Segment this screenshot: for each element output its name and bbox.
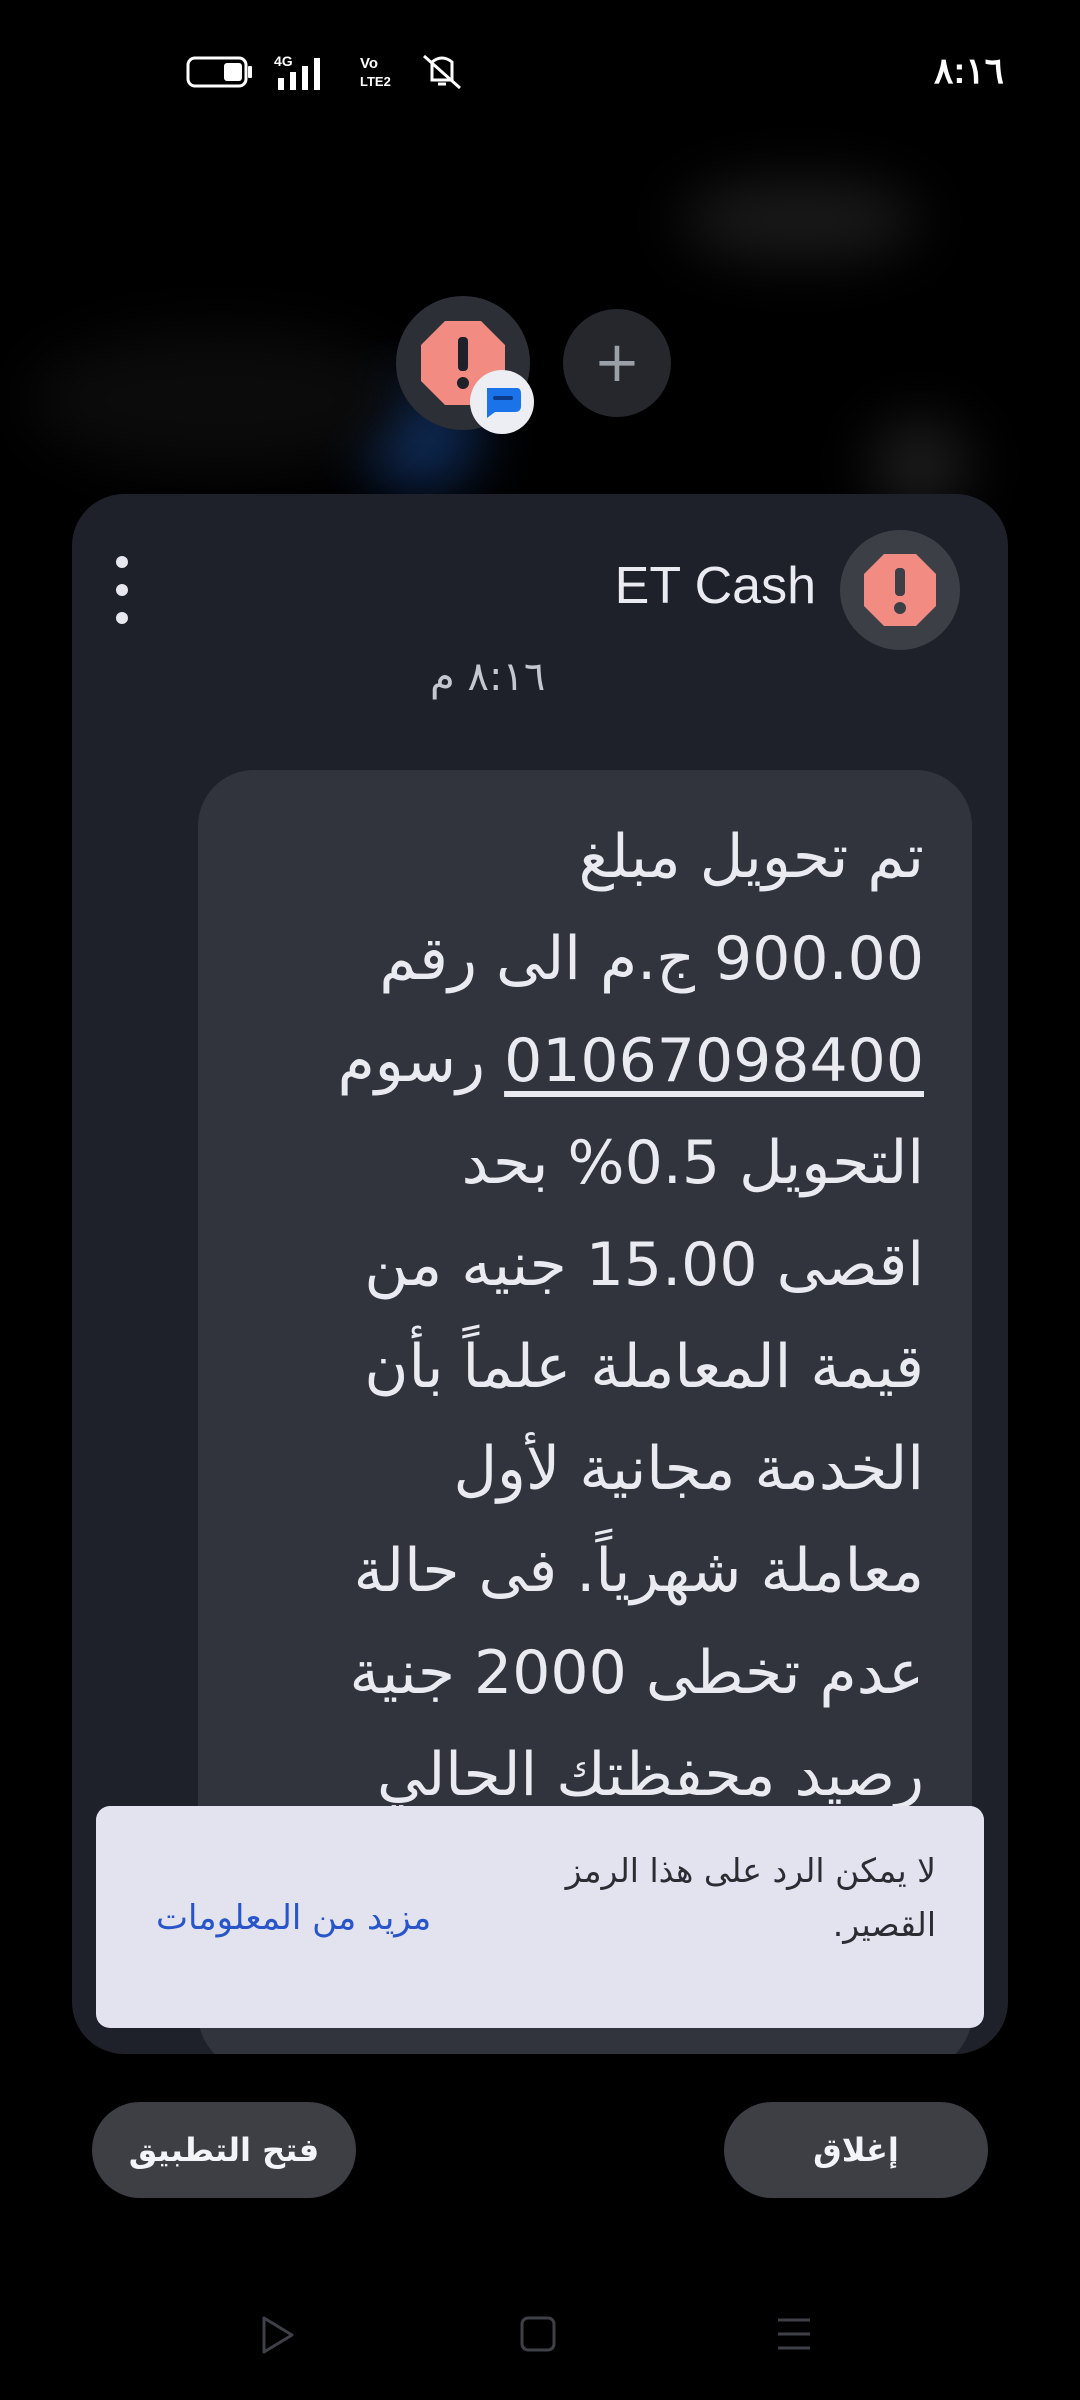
learn-more-link[interactable]: مزيد من المعلومات (156, 1898, 431, 1938)
contact-avatar (840, 530, 960, 650)
backdrop-blur (680, 180, 920, 260)
messages-app-badge (470, 370, 534, 434)
contact-name: ET Cash (614, 557, 816, 615)
volte-icon: Vo LTE2 (360, 55, 391, 89)
message-line: تم تحويل مبلغ (578, 822, 924, 892)
recents-icon[interactable] (774, 2314, 814, 2356)
home-icon[interactable] (518, 2314, 558, 2356)
status-time: ٨:١٦ (934, 50, 1004, 91)
message-line: اقصى 15.00 جنيه من (364, 1230, 924, 1300)
phone-number-link[interactable]: 01067098400 (504, 1026, 924, 1096)
message-line: معاملة شهرياً. فى حالة (353, 1536, 924, 1606)
navigation-bar (0, 2290, 1080, 2380)
message-line: عدم تخطى 2000 جنية (349, 1638, 925, 1708)
close-button[interactable]: إغلاق (724, 2102, 988, 2198)
no-reply-notice: لا يمكن الرد على هذا الرمز القصير. (565, 1851, 936, 1944)
open-app-button[interactable]: فتح التطبيق (92, 2102, 356, 2198)
message-line: الخدمة مجانية لأول (453, 1434, 924, 1504)
battery-icon (186, 56, 252, 88)
mute-icon (423, 54, 461, 90)
backdrop-blur (30, 330, 410, 470)
message-line: قيمة المعاملة علماً بأن (364, 1332, 924, 1402)
signal-4g-icon: 4G (274, 53, 320, 90)
message-line-text: رسوم (337, 1026, 485, 1096)
message-text: تم تحويل مبلغ 900.00 ج.م الى رقم 0106709… (254, 806, 924, 1826)
messages-app-icon (487, 388, 521, 418)
network-type-label: 4G (274, 53, 293, 69)
svg-text:Vo: Vo (360, 55, 378, 72)
add-bubble-button[interactable]: + (563, 309, 671, 417)
message-timestamp: ٨:١٦ م (430, 654, 546, 700)
more-options-icon[interactable] (102, 548, 142, 632)
back-icon[interactable] (258, 2314, 298, 2356)
message-line: التحويل 0.5% بحد (461, 1128, 924, 1198)
alert-icon (864, 554, 936, 626)
status-bar: 4G Vo LTE2 ٨:١٦ (0, 0, 1080, 140)
no-reply-banner: لا يمكن الرد على هذا الرمز القصير. مزيد … (96, 1806, 984, 2028)
message-line: 900.00 ج.م الى رقم (379, 924, 924, 994)
svg-text:LTE2: LTE2 (360, 74, 391, 89)
status-icons: 4G Vo LTE2 (186, 50, 466, 94)
message-line: 01067098400 رسوم (254, 1010, 924, 1112)
